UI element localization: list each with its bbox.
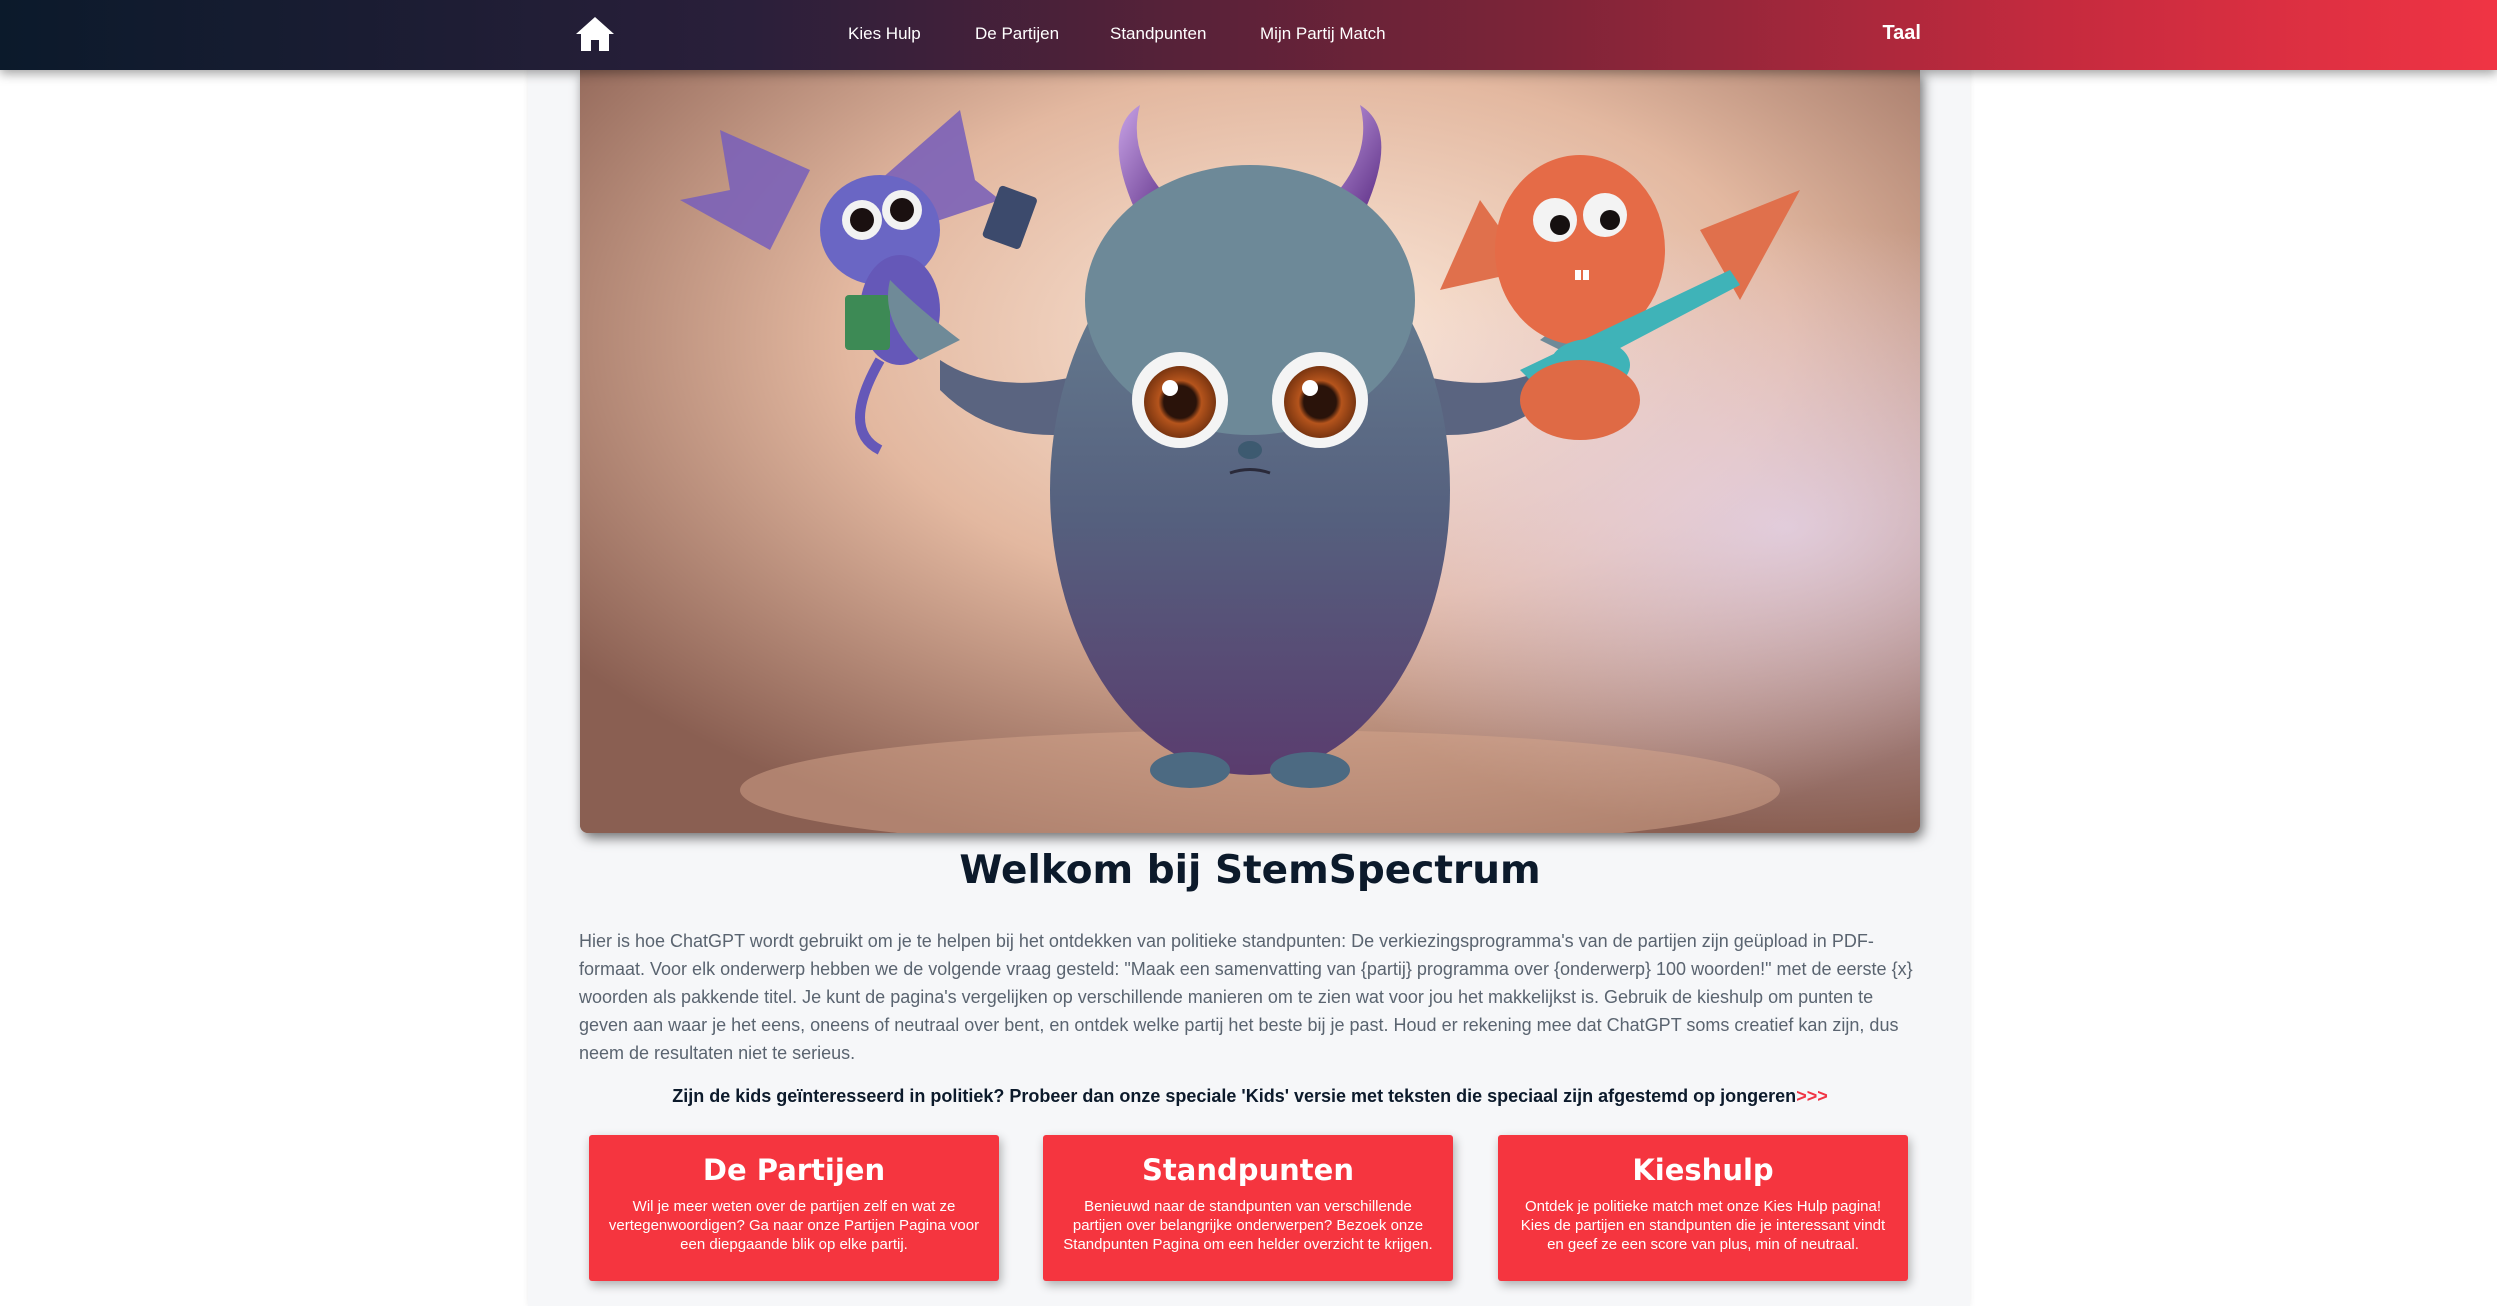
- card-standpunten[interactable]: Standpunten Benieuwd naar de standpunten…: [1043, 1135, 1453, 1281]
- nav-link-de-partijen[interactable]: De Partijen: [975, 24, 1059, 44]
- nav-link-kies-hulp[interactable]: Kies Hulp: [848, 24, 921, 44]
- page-title: Welkom bij StemSpectrum: [959, 848, 1541, 893]
- card-description: Benieuwd naar de standpunten van verschi…: [1063, 1198, 1433, 1253]
- card-de-partijen[interactable]: De Partijen Wil je meer weten over de pa…: [589, 1135, 999, 1281]
- hero-image: [580, 70, 1920, 833]
- kids-version-notice: Zijn de kids geïnteresseerd in politiek?…: [580, 1086, 1920, 1107]
- card-title: Standpunten: [1142, 1153, 1354, 1187]
- nav-link-standpunten[interactable]: Standpunten: [1110, 24, 1206, 44]
- card-title: De Partijen: [702, 1153, 886, 1187]
- home-icon[interactable]: [574, 15, 616, 53]
- language-menu[interactable]: Taal: [1882, 22, 1921, 45]
- card-kieshulp[interactable]: Kieshulp Ontdek je politieke match met o…: [1498, 1135, 1908, 1281]
- top-navbar: Kies Hulp De Partijen Standpunten Mijn P…: [0, 0, 2497, 70]
- nav-link-mijn-partij-match[interactable]: Mijn Partij Match: [1260, 24, 1386, 44]
- kids-version-text: Zijn de kids geïnteresseerd in politiek?…: [672, 1086, 1797, 1106]
- kids-version-link[interactable]: >>>: [1796, 1086, 1828, 1106]
- card-description: Wil je meer weten over de partijen zelf …: [608, 1198, 980, 1253]
- intro-paragraph: Hier is hoe ChatGPT wordt gebruikt om je…: [579, 931, 1913, 1063]
- card-title: Kieshulp: [1632, 1153, 1774, 1187]
- card-description: Ontdek je politieke match met onze Kies …: [1520, 1198, 1886, 1253]
